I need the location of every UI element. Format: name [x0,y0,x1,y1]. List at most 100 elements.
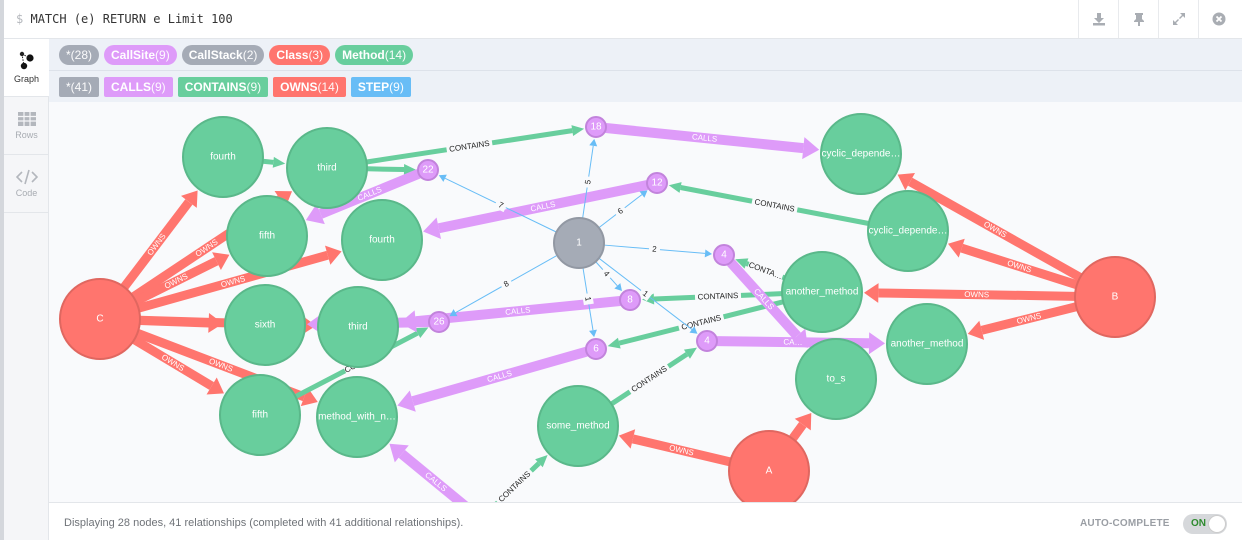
pill-count: (2) [242,47,258,62]
graph-canvas[interactable]: OWNS OWNS OWNS OWNS OWNS OWNS OWNS OWNS OWNS OWNS… [49,102,1242,502]
pill-count: (9) [155,47,170,62]
node-label-callstack[interactable]: CallStack (2) [181,44,265,65]
node-caption: 1 [576,238,582,249]
arrow-head [589,138,598,147]
tab-graph[interactable]: Graph [4,39,49,97]
arrow-head [868,332,886,355]
node-method[interactable]: sixth [224,284,306,366]
node-callstack[interactable]: 1 [553,217,605,269]
node-callsite[interactable]: 12 [646,172,668,194]
autocomplete-toggle[interactable]: ON [1183,514,1227,534]
relationship-label: CA… [783,338,802,347]
node-callsite[interactable]: 8 [619,289,641,311]
relationship-calls[interactable]: CALLS [605,123,820,160]
rel-type-all[interactable]: * (41) [59,76,100,97]
relationship-calls[interactable]: CALLS [423,180,649,239]
relationship-owns[interactable]: OWNS [618,429,732,467]
arrow-head [668,182,682,193]
relationship-shaft[interactable] [262,158,274,165]
node-callsite[interactable]: 22 [417,159,439,181]
relationship-owns[interactable]: OWNS [967,302,1078,340]
pin-button[interactable] [1118,0,1158,38]
relationship-label: OWNS [160,353,186,374]
expand-button[interactable] [1158,0,1198,38]
node-callsite[interactable]: 4 [713,244,735,266]
query-text[interactable]: $ MATCH (e) RETURN e Limit 100 [16,12,233,26]
node-caption: 26 [433,317,445,328]
node-callsite[interactable]: 4 [696,330,718,352]
relationship-shaft[interactable] [788,421,807,442]
relationship-label: CONTAINS [754,197,796,213]
download-button[interactable] [1078,0,1118,38]
node-method[interactable]: fourth [341,199,423,281]
arrow-head [589,329,597,338]
graph-svg[interactable]: OWNS OWNSOWNS OWNSOWNS OWNSOWNSOWNSOWNSOWNS… [49,102,1242,502]
rel-type-contains[interactable]: CONTAINS (9) [177,76,269,97]
nodes-layer: C B Afourth third fifth fourth sixth third fifth… [59,113,1156,502]
arrow-head [607,337,621,349]
pill-name: CallSite [111,47,156,62]
tab-code[interactable]: Code [4,155,49,213]
node-method[interactable]: cyclic_depende… [867,190,949,272]
relationship-step[interactable]: 2 [603,243,713,258]
arrow-head [571,125,585,137]
relationship-contains[interactable] [262,156,286,168]
node-method[interactable]: third [286,127,368,209]
node-callsite[interactable]: 6 [585,338,607,360]
node-label-method[interactable]: Method (14) [335,44,414,65]
tab-code-label: Code [15,188,38,198]
node-method[interactable]: some_method [537,385,619,467]
node-caption: fifth [252,410,268,421]
pill-count: (28) [70,47,93,62]
pill-count: (14) [317,79,339,94]
node-method[interactable]: fourth [182,116,264,198]
query-prompt: $ [16,12,24,26]
node-caption: method_with_n… [318,412,396,423]
node-method[interactable]: fifth [219,374,301,456]
node-caption: 22 [422,165,434,176]
relationship-label: CONTAINS [680,313,722,332]
pill-count: (3) [308,47,324,62]
relationship-calls[interactable]: CALLS [389,443,470,502]
rel-type-step[interactable]: STEP (9) [350,76,411,97]
node-caption: 18 [590,122,602,133]
pill-name: CallStack [188,47,243,62]
toggle-knob [1208,515,1226,533]
node-class[interactable]: A [728,430,810,502]
relationship-contains[interactable]: CONTAINS [366,125,585,165]
node-label-callsite[interactable]: CallSite (9) [104,44,177,65]
node-method[interactable]: fifth [226,195,308,277]
arrow-head [272,156,286,168]
relationship-owns[interactable]: OWNS [863,283,1076,303]
node-label-class[interactable]: Class (3) [269,44,331,65]
relationship-step[interactable]: 5 [582,138,598,219]
toggle-state: ON [1191,518,1206,529]
node-method[interactable]: third [317,286,399,368]
node-method[interactable]: another_method [781,251,863,333]
relationship-shaft[interactable] [366,166,405,173]
pill-name: CONTAINS [184,79,247,94]
close-button[interactable] [1198,0,1238,38]
relationship-owns[interactable] [788,412,812,442]
node-class[interactable]: B [1074,256,1156,338]
node-caption: cyclic_depende… [822,149,901,160]
node-method[interactable]: to_s [795,338,877,420]
relationship-contains[interactable]: CONTAINS [490,454,548,502]
relationship-contains[interactable]: CONTAINS [610,347,697,407]
relationship-label: OWNS [1016,311,1042,326]
expand-icon [1172,13,1185,25]
tab-rows[interactable]: Rows [4,97,49,155]
rel-types-legend: * (41) CALLS (9) CONTAINS (9) OWNS (14) STEP… [49,71,1242,103]
arrow-head [967,320,985,340]
node-class[interactable]: C [59,278,141,360]
node-method[interactable]: another_method [886,303,968,385]
node-label-all[interactable]: * (28) [59,44,100,65]
rel-type-owns[interactable]: OWNS (14) [273,76,346,97]
node-callsite[interactable]: 26 [428,311,450,333]
pill-name: Method [342,47,385,62]
node-callsite[interactable]: 18 [585,116,607,138]
rel-type-calls[interactable]: CALLS (9) [104,76,173,97]
node-caption: another_method [891,339,964,350]
node-method[interactable]: cyclic_depende… [820,113,902,195]
node-method[interactable]: method_with_n… [316,376,398,458]
